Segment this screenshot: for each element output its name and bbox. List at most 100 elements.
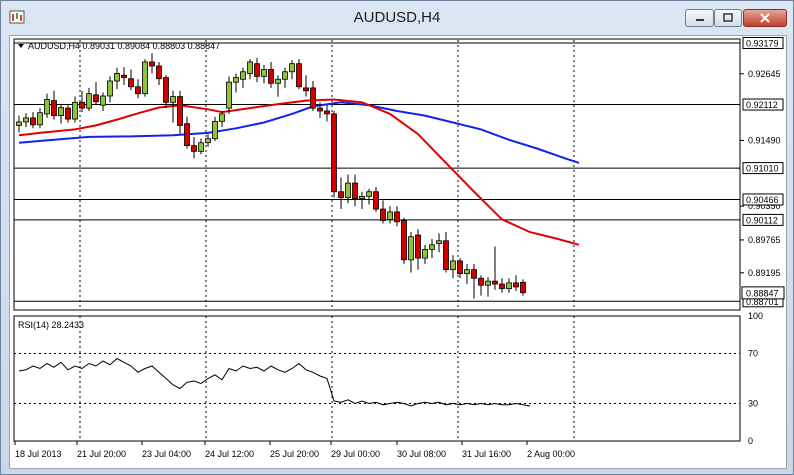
candle-body: [107, 80, 113, 97]
time-tick-label: 31 Jul 16:00: [462, 449, 511, 459]
candle-body: [499, 283, 505, 290]
candle-body: [436, 240, 442, 245]
candle-body: [429, 244, 435, 250]
price-chart[interactable]: 0.926450.914900.903500.897650.891950.931…: [10, 36, 786, 468]
candle-body: [135, 86, 141, 95]
chart-labels: 0.926450.914900.903500.897650.891950.931…: [15, 36, 785, 459]
time-tick-label: 24 Jul 12:00: [205, 449, 254, 459]
time-tick-label: 30 Jul 08:00: [397, 449, 446, 459]
candle-body: [310, 87, 316, 109]
candle-body: [506, 282, 512, 290]
rsi-tick-label: 70: [748, 349, 758, 359]
candle-body: [324, 110, 330, 115]
candle-body: [191, 145, 197, 152]
minimize-button[interactable]: [685, 9, 714, 27]
moving-averages: [18, 98, 580, 246]
close-button[interactable]: [743, 9, 787, 27]
candle-body: [233, 77, 239, 83]
candle-body: [30, 117, 36, 126]
candle-body: [464, 269, 470, 275]
level-price-label: 0.91010: [746, 164, 779, 174]
candle-body: [23, 117, 29, 123]
candle-body: [37, 112, 43, 126]
candle-body: [198, 142, 204, 152]
chart-grid: [13, 38, 741, 442]
chart-canvas[interactable]: 0.92645 0.91490 0.90350 0.89765 0.89195 0.931…: [9, 35, 787, 469]
maximize-button[interactable]: [714, 9, 742, 27]
price-tick-label: 0.91490: [748, 135, 781, 145]
window-title: AUDUSD,H4: [353, 9, 441, 26]
rsi-tick-label: 0: [748, 436, 753, 446]
title-bar[interactable]: AUDUSD,H4: [1, 1, 793, 35]
candle-body: [366, 191, 372, 197]
time-tick-label: 18 Jul 2013: [15, 449, 62, 459]
candle-body: [401, 220, 407, 261]
candle-body: [457, 260, 463, 275]
ma-slow-line: [18, 101, 580, 164]
candle-body: [289, 63, 295, 73]
candle-body: [65, 107, 71, 120]
price-tick-label: 0.92645: [748, 69, 781, 79]
candle-body: [471, 269, 477, 279]
candle-body: [149, 61, 155, 67]
candle-body: [44, 99, 50, 115]
candle-body: [296, 63, 302, 88]
rsi-label: RSI(14) 28.2433: [18, 320, 84, 330]
level-price-label: 0.90112: [746, 215, 778, 225]
ma-fast-line: [18, 98, 580, 246]
candle-body: [373, 191, 379, 210]
candle-body: [163, 77, 169, 103]
time-tick-label: 29 Jul 00:00: [331, 449, 380, 459]
candle-body: [261, 69, 267, 77]
price-tick-label: 0.89765: [748, 235, 781, 245]
candle-body: [380, 208, 386, 221]
candle-body: [177, 96, 183, 126]
candle-body: [184, 123, 190, 147]
candle-body: [128, 78, 134, 88]
candle-body: [51, 100, 57, 117]
price-tick-label: 0.89195: [748, 268, 781, 278]
candle-body: [254, 63, 260, 77]
current-price-label: 0.88847: [746, 288, 779, 298]
candle-body: [16, 121, 22, 126]
rsi-tick-label: 100: [748, 311, 763, 321]
chart-axes: [14, 73, 744, 445]
candle-body: [156, 65, 162, 80]
candle-body: [345, 182, 351, 198]
candle-body: [338, 191, 344, 198]
candle-body: [394, 211, 400, 223]
rsi-panel-frame: [13, 315, 741, 442]
candle-body: [121, 74, 127, 78]
candle-body: [100, 95, 106, 106]
candle-body: [443, 240, 449, 271]
candle-body: [205, 138, 211, 144]
candle-body: [268, 69, 274, 84]
candle-body: [72, 101, 78, 120]
candle-body: [485, 280, 491, 286]
chart-window: AUDUSD,H4 0.92645 0.91490 0.90350 0.89765 0.…: [0, 0, 794, 475]
dropdown-arrow-icon: [18, 44, 24, 48]
time-tick-label: 23 Jul 04:00: [142, 449, 191, 459]
candle-body: [408, 236, 414, 261]
rsi-line: [18, 357, 531, 407]
candle-body: [359, 195, 365, 200]
candle-body: [240, 71, 246, 80]
candle-body: [86, 93, 92, 109]
level-price-label: 0.93179: [746, 38, 779, 48]
close-icon: [760, 13, 770, 23]
candle-body: [317, 107, 323, 112]
maximize-icon: [723, 13, 733, 22]
candle-body: [79, 101, 85, 109]
candle-body: [58, 107, 64, 117]
candle-body: [282, 71, 288, 80]
level-price-label: 0.92112: [746, 100, 778, 110]
candle-body: [170, 96, 176, 103]
candle-body: [219, 113, 225, 122]
candle-body: [478, 277, 484, 286]
candle-body: [247, 61, 253, 74]
horizontal-lines[interactable]: [14, 42, 740, 302]
candle-body: [331, 113, 337, 193]
candle-body: [387, 211, 393, 220]
time-tick-label: 2 Aug 00:00: [527, 449, 575, 459]
time-tick-label: 21 Jul 20:00: [77, 449, 126, 459]
